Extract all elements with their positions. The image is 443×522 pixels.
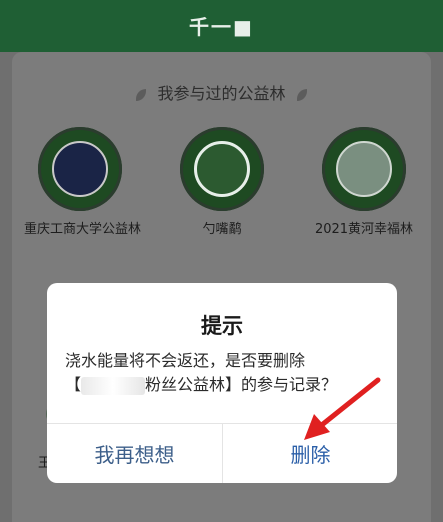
confirm-dialog: 提示 浇水能量将不会返还，是否要删除 【 粉丝公益林】的参与记录？ 我再想想 删除 [47,283,397,483]
dialog-message-line2: 【 粉丝公益林】的参与记录？ [65,373,383,397]
leaf-icon [136,88,147,101]
header-bar: 千一■ [0,0,443,52]
message-suffix: 粉丝公益林】的参与记录？ [145,375,338,394]
forest-item[interactable]: 勺嘴鹬 [152,127,292,239]
landscape-badge-icon [322,127,406,211]
forest-name: 重庆工商大学公益林 [24,222,142,237]
redacted-text [81,376,146,395]
forest-name: 勺嘴鹬 [202,222,242,237]
university-badge-icon [38,127,122,211]
bracket-open: 【 [65,375,82,394]
forest-item[interactable]: 重庆工商大学公益林 [10,127,150,239]
section-title: 我参与过的公益林 [12,80,431,104]
dialog-title: 提示 [201,314,243,338]
page-title: 千一■ [189,15,254,39]
delete-button[interactable]: 删除 [223,423,397,483]
section-title-text: 我参与过的公益林 [157,84,286,103]
dialog-message: 浇水能量将不会返还，是否要删除 【 粉丝公益林】的参与记录？ [65,349,383,397]
bird-badge-icon [180,127,264,211]
dialog-message-line1: 浇水能量将不会返还，是否要删除 [65,351,306,370]
forest-name: 2021黄河幸福林 [314,222,414,237]
forest-item[interactable]: 2021黄河幸福林 [294,127,434,239]
leaf-icon [296,88,307,101]
cancel-button[interactable]: 我再想想 [47,423,222,483]
